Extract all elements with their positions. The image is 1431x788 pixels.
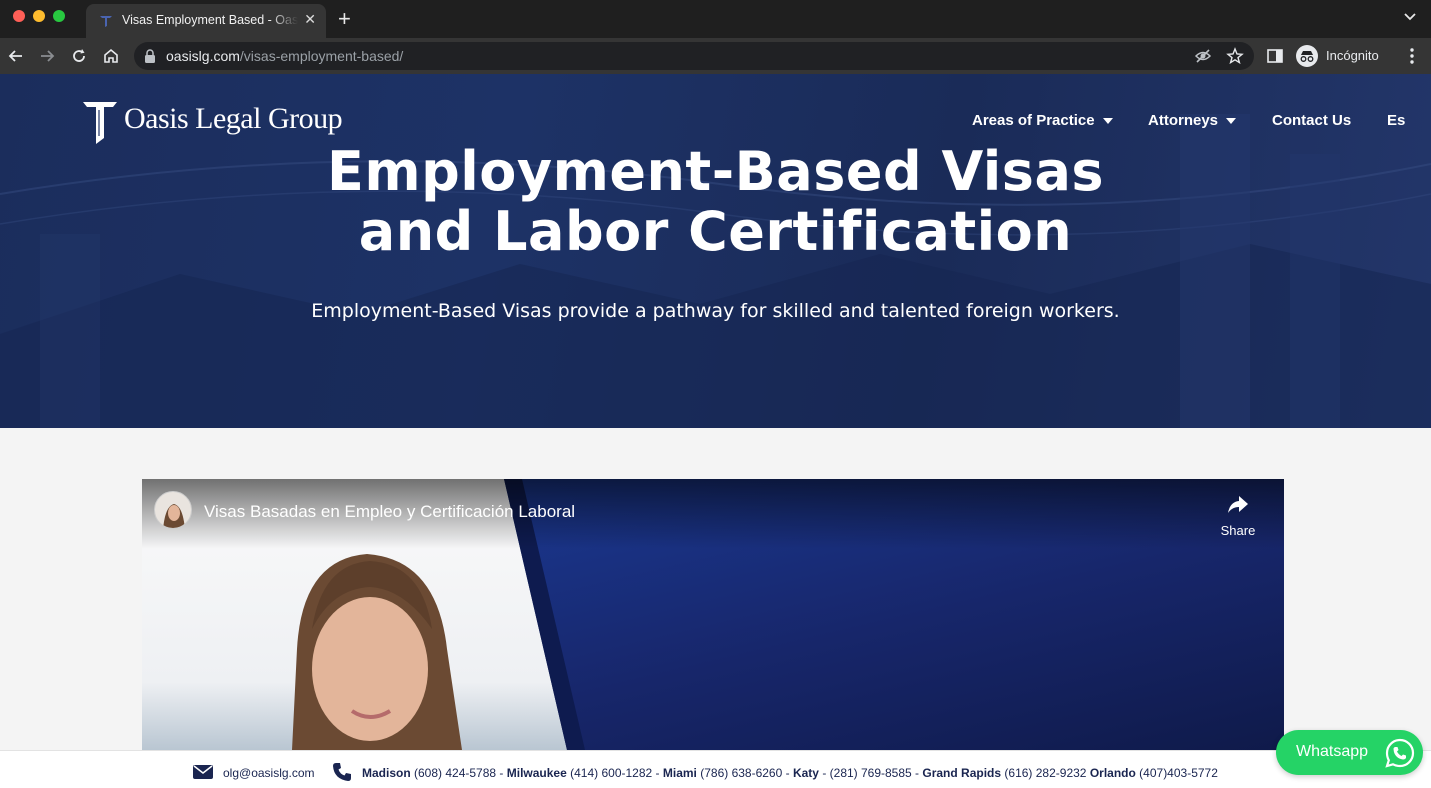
url-text: oasislg.com/visas-employment-based/	[166, 48, 404, 64]
logo-text: Oasis Legal Group	[124, 102, 343, 135]
office-entry[interactable]: Orlando (407)403-5772	[1090, 766, 1218, 780]
video-title[interactable]: Visas Basadas en Empleo y Certificación …	[204, 502, 575, 522]
page-title-line-2: and Labor Certification	[358, 200, 1073, 263]
nav-contact-us[interactable]: Contact Us	[1272, 112, 1351, 129]
office-entry[interactable]: Madison (608) 424-5788	[362, 766, 496, 780]
browser-menu-icon[interactable]	[1402, 46, 1422, 66]
tracking-blocked-eye-icon[interactable]	[1194, 47, 1212, 65]
page-title: Employment-Based Visas and Labor Certifi…	[0, 142, 1431, 262]
whatsapp-label: Whatsapp	[1296, 743, 1369, 760]
browser-tab-bar: Visas Employment Based - Oasis Legal Gro…	[0, 0, 1431, 38]
page-title-line-1: Employment-Based Visas	[326, 140, 1105, 203]
office-phone-list: Madison (608) 424-5788 - Milwaukee (414)…	[362, 766, 1218, 780]
tab-title: Visas Employment Based - Oasis Legal Gro…	[122, 13, 298, 27]
tab-search-chevron-icon[interactable]	[1403, 10, 1417, 24]
hero-section: Oasis Legal Group Areas of Practice Atto…	[0, 74, 1431, 428]
tab-close-icon[interactable]: ✕	[304, 11, 316, 28]
back-arrow-icon[interactable]	[6, 46, 26, 66]
browser-tab-active[interactable]: Visas Employment Based - Oasis Legal Gro…	[86, 4, 326, 38]
reload-icon[interactable]	[69, 46, 89, 66]
nav-language-toggle[interactable]: Es	[1387, 112, 1405, 129]
forward-arrow-icon[interactable]	[37, 46, 57, 66]
office-entry[interactable]: Milwaukee (414) 600-1282	[507, 766, 652, 780]
window-close-button[interactable]	[13, 10, 25, 22]
whatsapp-button[interactable]: Whatsapp	[1276, 730, 1423, 775]
youtube-video-embed[interactable]: Visas Basadas en Empleo y Certificación …	[142, 479, 1284, 750]
share-label: Share	[1220, 523, 1256, 538]
office-entry[interactable]: Katy - (281) 769-8585	[793, 766, 912, 780]
nav-areas-of-practice[interactable]: Areas of Practice	[972, 112, 1113, 129]
pillar-logo-icon	[83, 102, 117, 144]
mail-icon	[193, 765, 213, 779]
phone-icon	[333, 763, 351, 781]
nav-attorneys[interactable]: Attorneys	[1148, 112, 1237, 129]
channel-avatar[interactable]	[154, 491, 192, 529]
share-arrow-icon	[1228, 496, 1248, 513]
window-zoom-button[interactable]	[53, 10, 65, 22]
office-entry[interactable]: Grand Rapids (616) 282-9232	[922, 766, 1086, 780]
home-icon[interactable]	[101, 46, 121, 66]
office-entry[interactable]: Miami (786) 638-6260	[663, 766, 782, 780]
contact-email-link[interactable]: olg@oasislg.com	[223, 766, 315, 780]
address-bar[interactable]: oasislg.com/visas-employment-based/	[134, 42, 1254, 70]
whatsapp-icon	[1385, 738, 1415, 768]
chevron-down-icon	[1226, 118, 1237, 125]
incognito-label: Incógnito	[1326, 48, 1379, 63]
new-tab-button[interactable]: +	[338, 6, 351, 32]
window-minimize-button[interactable]	[33, 10, 45, 22]
hero-subtitle: Employment-Based Visas provide a pathway…	[311, 300, 1120, 322]
lock-icon	[145, 49, 155, 63]
share-button[interactable]: Share	[1212, 491, 1264, 541]
browser-toolbar: oasislg.com/visas-employment-based/ Incó…	[0, 38, 1431, 74]
site-favicon-icon	[100, 16, 112, 27]
contact-bar: olg@oasislg.com Madison (608) 424-5788 -…	[0, 750, 1431, 788]
chevron-down-icon	[1102, 118, 1113, 125]
bookmark-star-icon[interactable]	[1226, 47, 1244, 65]
side-panel-icon[interactable]	[1265, 46, 1285, 66]
incognito-icon	[1296, 45, 1318, 67]
